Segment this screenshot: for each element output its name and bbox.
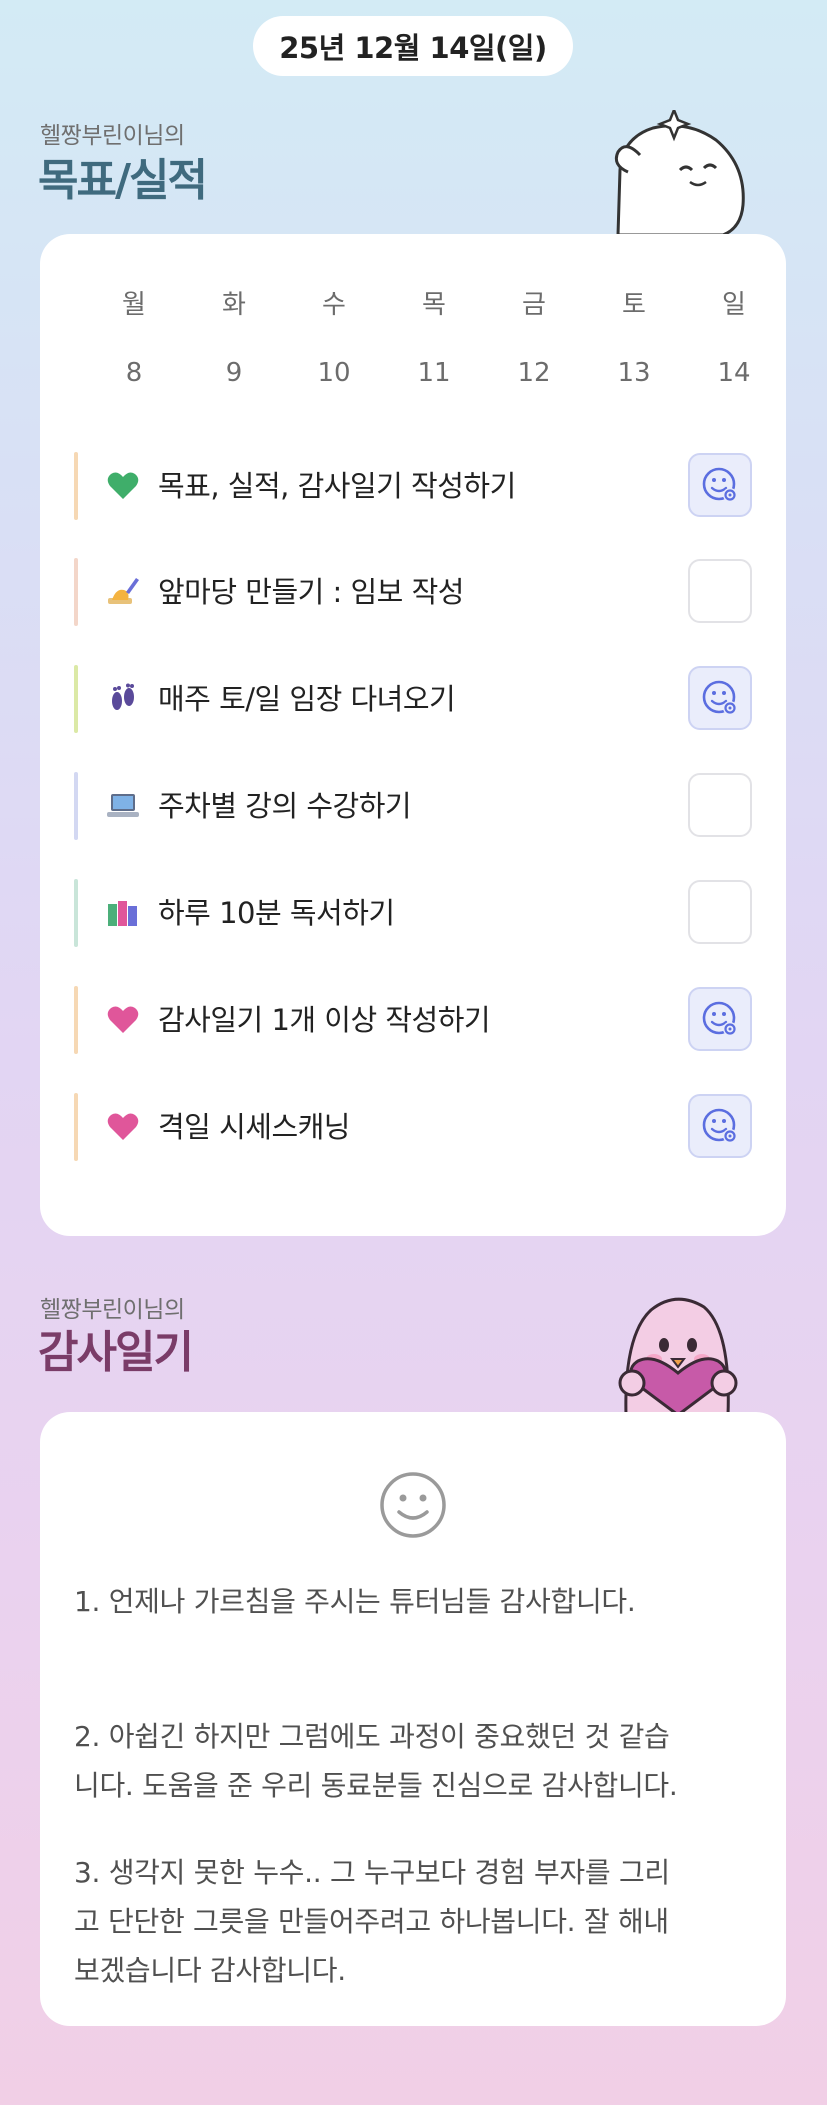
goal-label: 목표, 실적, 감사일기 작성하기	[158, 469, 516, 503]
goal-item[interactable]: 격일 시세스캐닝	[74, 1093, 752, 1161]
goal-checkbox-checked[interactable]	[688, 453, 752, 517]
goal-checkbox-checked[interactable]	[688, 666, 752, 730]
books-icon	[106, 896, 140, 930]
goal-label: 하루 10분 독서하기	[158, 896, 395, 930]
goal-item[interactable]: 주차별 강의 수강하기	[74, 772, 752, 840]
goal-label: 주차별 강의 수강하기	[158, 789, 412, 823]
green-heart-icon	[106, 469, 140, 503]
date-row: 8 9 10 11 12 13 14	[104, 358, 764, 388]
date-cell[interactable]: 8	[104, 358, 164, 388]
gratitude-section-title: 감사일기	[38, 1327, 194, 1378]
goal-checkbox-checked[interactable]	[688, 1094, 752, 1158]
gratitude-entry-2: 2. 아쉽긴 하지만 그럼에도 과정이 중요했던 것 같습 니다. 도움을 준 …	[74, 1720, 678, 1802]
date-cell[interactable]: 13	[604, 358, 664, 388]
goal-color-bar	[74, 1093, 78, 1161]
laptop-icon	[106, 789, 140, 823]
goal-color-bar	[74, 772, 78, 840]
writing-hand-icon	[106, 575, 140, 609]
weekday-wed: 수	[322, 290, 346, 320]
smile-check-icon	[700, 465, 740, 505]
date-cell[interactable]: 12	[504, 358, 564, 388]
goal-color-bar	[74, 879, 78, 947]
goal-item[interactable]: 매주 토/일 임장 다녀오기	[74, 665, 752, 733]
goal-label: 앞마당 만들기 : 임보 작성	[158, 575, 464, 609]
weekday-row: 월 화 수 목 금 토 일	[104, 284, 764, 321]
date-cell[interactable]: 11	[404, 358, 464, 388]
smiley-face-icon	[378, 1470, 448, 1544]
goal-label: 격일 시세스캐닝	[158, 1110, 350, 1144]
pink-heart-icon	[106, 1003, 140, 1037]
gratitude-card: 1. 언제나 가르침을 주시는 튜터님들 감사합니다. 2. 아쉽긴 하지만 그…	[40, 1412, 786, 2026]
weekday-sun: 일	[722, 290, 746, 320]
date-cell[interactable]: 10	[304, 358, 364, 388]
goal-color-bar	[74, 986, 78, 1054]
gratitude-entry-1: 1. 언제나 가르침을 주시는 튜터님들 감사합니다.	[74, 1585, 636, 1618]
smile-check-icon	[700, 1106, 740, 1146]
goal-item[interactable]: 하루 10분 독서하기	[74, 879, 752, 947]
goal-label: 감사일기 1개 이상 작성하기	[158, 1003, 491, 1037]
goals-card: 월 화 수 목 금 토 일 8 9 10 11 12 13 14 목표, 실적,…	[40, 234, 786, 1236]
smile-check-icon	[700, 678, 740, 718]
goal-item[interactable]: 목표, 실적, 감사일기 작성하기	[74, 452, 752, 520]
goal-item[interactable]: 앞마당 만들기 : 임보 작성	[74, 558, 752, 626]
goal-color-bar	[74, 665, 78, 733]
goal-item[interactable]: 감사일기 1개 이상 작성하기	[74, 986, 752, 1054]
goals-section-title: 목표/실적	[38, 155, 208, 206]
goal-color-bar	[74, 452, 78, 520]
goal-label: 매주 토/일 임장 다녀오기	[158, 682, 456, 716]
weekday-fri: 금	[522, 290, 546, 320]
weekday-sat: 토	[622, 290, 646, 320]
weekday-mon: 월	[122, 290, 146, 320]
weekday-tue: 화	[222, 290, 246, 320]
heart-mascot-icon	[596, 1285, 756, 1419]
smile-check-icon	[700, 999, 740, 1039]
ghost-mascot-icon	[598, 106, 748, 239]
weekday-thu: 목	[422, 290, 446, 320]
date-cell[interactable]: 9	[204, 358, 264, 388]
goal-checkbox-checked[interactable]	[688, 987, 752, 1051]
goal-checkbox[interactable]	[688, 880, 752, 944]
pink-heart-icon	[106, 1110, 140, 1144]
footprints-icon	[106, 682, 140, 716]
goal-checkbox[interactable]	[688, 773, 752, 837]
date-cell-selected[interactable]: 14	[704, 358, 764, 388]
gratitude-entry-3: 3. 생각지 못한 누수.. 그 누구보다 경험 부자를 그리 고 단단한 그릇…	[74, 1856, 670, 1987]
goal-color-bar	[74, 558, 78, 626]
goal-checkbox[interactable]	[688, 559, 752, 623]
date-selector[interactable]: 25년 12월 14일(일)	[253, 16, 573, 76]
